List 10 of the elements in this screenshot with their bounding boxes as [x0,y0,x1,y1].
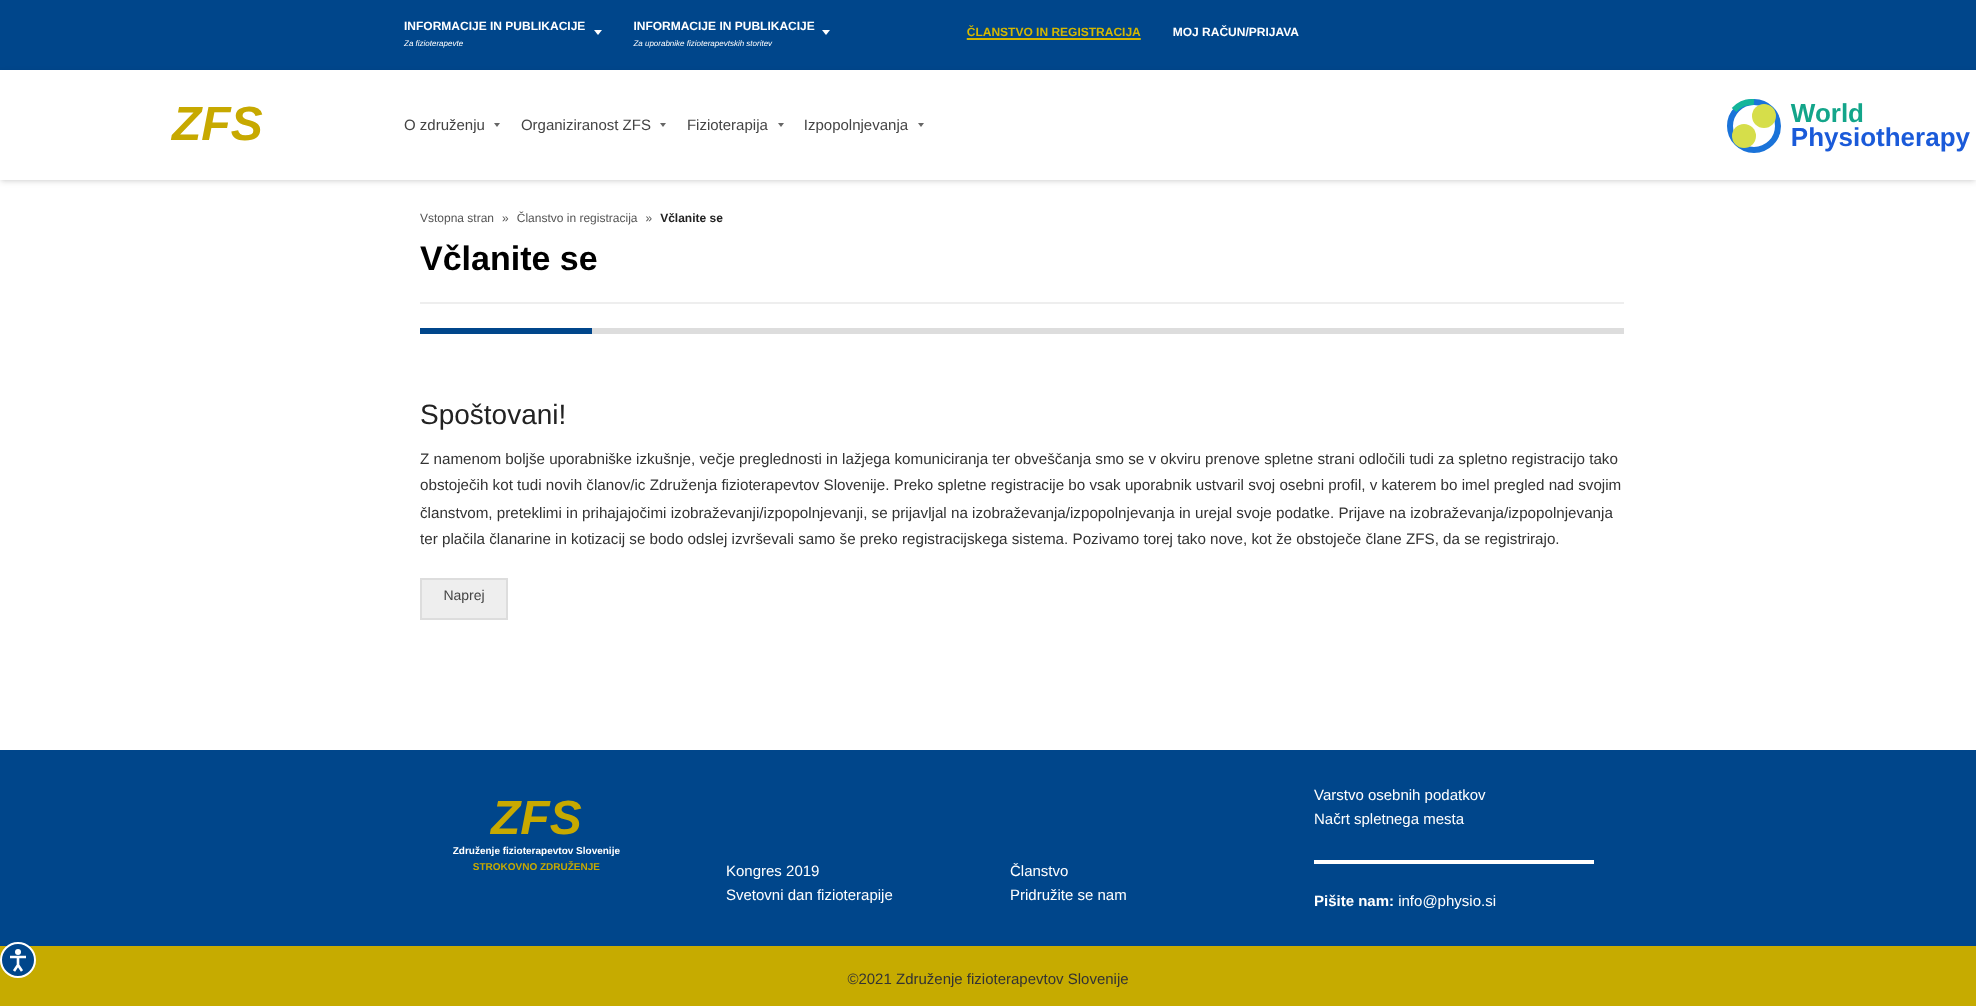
partner-logo[interactable]: World Physiotherapy [1726,97,1970,153]
caret-icon [660,122,667,128]
caret-icon [777,122,784,128]
page-title: Včlanite se [420,238,600,282]
accessibility-icon[interactable] [0,942,36,978]
caret-icon [593,28,602,36]
caret-icon [822,28,831,36]
greeting-heading: Spoštovani! [420,395,569,434]
caret-icon [918,122,925,128]
caret-icon [494,122,501,128]
